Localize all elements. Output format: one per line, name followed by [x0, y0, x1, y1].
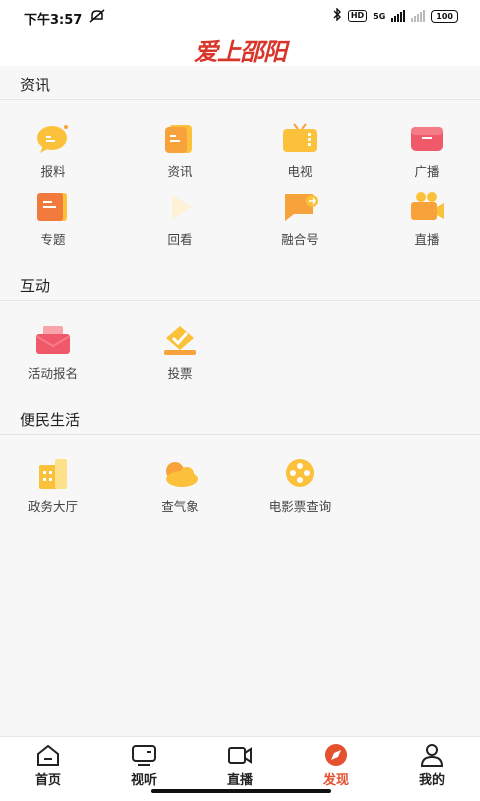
hd-badge: HD — [347, 10, 368, 22]
grid-item-vote[interactable]: 投票 — [140, 324, 220, 382]
grid-item-zixun[interactable]: 资讯 — [140, 122, 220, 180]
item-label: 电视 — [287, 164, 313, 179]
live-camera-icon — [227, 743, 253, 767]
tv-icon — [280, 122, 320, 156]
item-label: 电影票查询 — [268, 499, 332, 514]
item-label: 政务大厅 — [27, 499, 78, 514]
nav-label: 我的 — [418, 773, 445, 788]
signal-icon — [391, 10, 406, 22]
app-logo: 爱上邵阳 — [194, 37, 287, 66]
grid-item-activity-signup[interactable]: 活动报名 — [13, 324, 93, 382]
item-label: 回看 — [167, 232, 193, 247]
building-icon — [33, 457, 73, 491]
vote-check-icon — [160, 324, 200, 358]
notification-mute-icon — [88, 9, 106, 27]
flag-icon — [280, 190, 320, 224]
nav-profile[interactable]: 我的 — [402, 743, 462, 788]
status-bar: 下午3:57 HD 5G 100 — [0, 0, 480, 34]
chat-bubble-icon — [33, 122, 73, 156]
item-label: 报料 — [40, 164, 66, 179]
bluetooth-icon — [332, 7, 342, 24]
topic-book-icon — [33, 190, 73, 224]
item-label: 直播 — [414, 232, 440, 247]
document-icon — [160, 122, 200, 156]
item-label: 查气象 — [161, 499, 199, 514]
grid-item-baoliao[interactable]: 报料 — [13, 122, 93, 180]
nav-label: 首页 — [34, 773, 61, 788]
radio-icon — [407, 122, 447, 156]
grid-item-dianshi[interactable]: 电视 — [260, 122, 340, 180]
nav-discover[interactable]: 发现 — [306, 743, 366, 788]
nav-label: 视听 — [130, 773, 157, 788]
grid-item-movie-tickets[interactable]: 电影票查询 — [260, 457, 340, 515]
network-type: 5G — [373, 11, 386, 21]
item-label: 资讯 — [167, 164, 193, 179]
divider — [0, 99, 480, 100]
status-time: 下午3:57 — [24, 13, 83, 28]
grid-item-guangbo[interactable]: 广播 — [387, 122, 467, 180]
grid-item-huikan[interactable]: 回看 — [140, 190, 220, 248]
divider — [0, 300, 480, 301]
grid-item-ronghehao[interactable]: 融合号 — [260, 190, 340, 248]
item-label: 活动报名 — [27, 366, 78, 381]
grid-item-zhibo[interactable]: 直播 — [387, 190, 467, 248]
item-label: 专题 — [40, 232, 66, 247]
weather-cloud-icon — [160, 457, 200, 491]
grid-item-government-hall[interactable]: 政务大厅 — [13, 457, 93, 515]
user-icon — [419, 743, 445, 767]
app-header: 爱上邵阳 — [0, 34, 480, 66]
envelope-icon — [33, 324, 73, 358]
item-label: 投票 — [167, 366, 193, 381]
item-label: 融合号 — [281, 232, 319, 247]
battery-icon: 100 — [431, 9, 458, 23]
section-title-life: 便民生活 — [20, 411, 81, 429]
home-indicator[interactable] — [151, 789, 331, 793]
film-reel-icon — [280, 457, 320, 491]
section-title-interact: 互动 — [20, 277, 51, 295]
nav-label: 直播 — [226, 773, 253, 788]
nav-label: 发现 — [322, 773, 349, 788]
section-title-news: 资讯 — [20, 76, 51, 94]
media-icon — [131, 743, 157, 767]
grid-item-weather[interactable]: 查气象 — [140, 457, 220, 515]
nav-live[interactable]: 直播 — [210, 743, 270, 788]
nav-media[interactable]: 视听 — [114, 743, 174, 788]
video-camera-icon — [407, 190, 447, 224]
playback-icon — [160, 190, 200, 224]
compass-icon — [323, 743, 349, 767]
signal-weak-icon — [411, 10, 426, 22]
divider — [0, 434, 480, 435]
grid-item-zhuanti[interactable]: 专题 — [13, 190, 93, 248]
home-icon — [35, 743, 61, 767]
nav-home[interactable]: 首页 — [18, 743, 78, 788]
item-label: 广播 — [414, 164, 440, 179]
